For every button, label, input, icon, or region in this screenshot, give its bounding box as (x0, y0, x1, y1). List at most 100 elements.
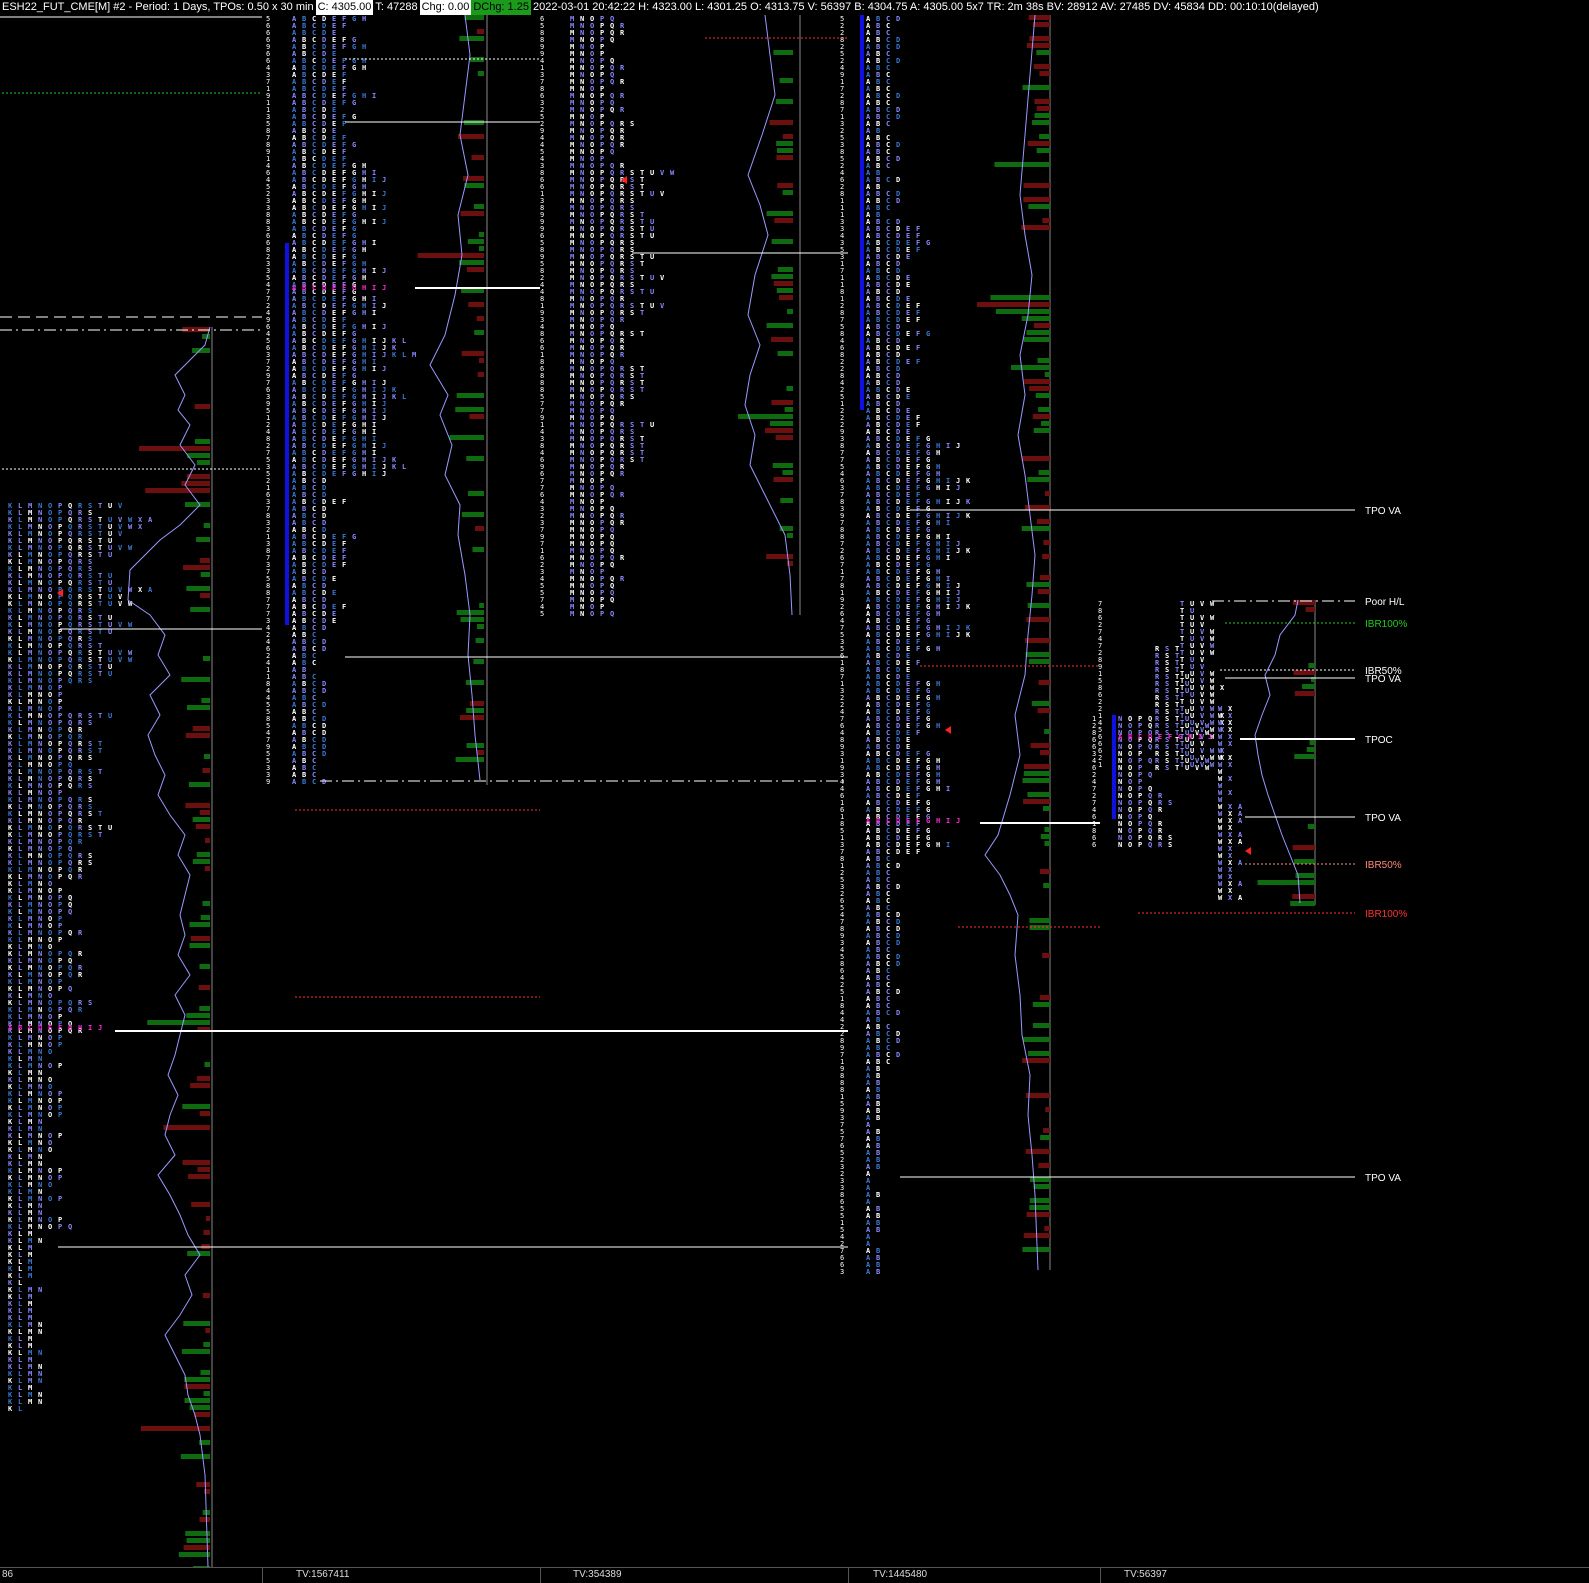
tpo-letter: X (138, 586, 143, 594)
poc-letter: D (1148, 733, 1152, 741)
tpo-letter: V (118, 656, 123, 664)
tpo-count: 3 (840, 1268, 844, 1276)
volume-bar (147, 1020, 210, 1025)
tpo-letter: B (876, 1191, 880, 1199)
tpo-letter: C (886, 204, 890, 212)
tpo-letter: R (620, 491, 625, 499)
tpo-letter: E (906, 330, 910, 338)
volume-bar (189, 922, 210, 927)
tpo-letter: J (956, 484, 960, 492)
tpo-letter: F (916, 358, 920, 366)
session-total-volume: TV:1567411 (296, 1569, 350, 1580)
volume-bar (1025, 1149, 1050, 1154)
tpo-letter: J (956, 512, 960, 520)
tpo-letter: C (312, 659, 316, 667)
volume-bar (455, 757, 484, 762)
tpo-letter: O (48, 1181, 52, 1189)
tpo-letter: V (118, 621, 123, 629)
volume-bar (204, 838, 210, 843)
volume-bar (194, 404, 210, 409)
volume-bar (139, 446, 210, 451)
volume-bar (1042, 554, 1050, 559)
volume-bar (990, 295, 1050, 300)
tpo-letter: L (18, 1405, 22, 1413)
tpo-letter: I (946, 631, 950, 639)
tpo-letter: K (966, 477, 971, 485)
poc-letter: H (936, 817, 940, 825)
tpo-chart-area[interactable]: K L M N O P Q R S T U VK L M N O P Q R SK L M N O P Q R S T U V W X AK L M N… (0, 15, 1589, 1567)
tpo-letter: T (640, 421, 644, 429)
tpo-letter: D (322, 645, 326, 653)
tpo-letter: H (936, 785, 940, 793)
tpo-letter: D (896, 862, 900, 870)
tpo-letter: T (640, 190, 644, 198)
volume-bar (456, 393, 484, 398)
tpo-letter: A (866, 1268, 871, 1276)
poc-letter: F (342, 284, 346, 292)
tpo-letter: J (382, 190, 386, 198)
volume-bar (1044, 827, 1050, 832)
volume-bar (466, 456, 484, 461)
tpo-letter: J (382, 267, 386, 275)
tpo-letter: P (58, 1062, 62, 1070)
tpo-letter: R (620, 470, 625, 478)
volume-bar (1021, 526, 1050, 531)
volume-bar (464, 183, 484, 188)
volume-bar (1030, 1177, 1050, 1182)
volume-bar (145, 488, 210, 493)
volume-bar (775, 99, 793, 104)
poc-letter: C (886, 817, 890, 825)
poc-letter: E (332, 284, 336, 292)
volume-bar (1022, 1247, 1050, 1252)
tpo-letter: R (620, 519, 625, 527)
tpo-letter: B (876, 1226, 880, 1234)
poc-letter: D (322, 284, 326, 292)
volume-bar (200, 915, 210, 920)
tpoc-label: TPOC (1365, 735, 1393, 746)
volume-bar (479, 603, 484, 608)
tpo-letter: E (332, 498, 336, 506)
volume-bar (1026, 43, 1050, 48)
volume-bar (780, 498, 793, 503)
tpo-letter: N (38, 1286, 42, 1294)
tpo-letter: E (332, 575, 336, 583)
tpo-letter: G (352, 309, 356, 317)
tpo-letter: R (78, 950, 83, 958)
level-lines (0, 16, 1355, 1248)
volume-bar (194, 439, 210, 444)
tpo-letter: R (78, 754, 83, 762)
volume-bar (1044, 841, 1050, 846)
poc-letter: C (28, 1024, 32, 1032)
volume-bar (163, 1125, 210, 1130)
volume-bar (1040, 834, 1050, 839)
tpo-count: 1 (1098, 761, 1102, 769)
tpo-letter: S (88, 782, 92, 790)
tpo-letter: U (650, 421, 654, 429)
tpo-letter: J (382, 176, 386, 184)
tpo-letter: V (660, 274, 665, 282)
volume-bar (203, 523, 210, 528)
tpo-letter: U (650, 253, 654, 261)
volume-bar (184, 1377, 210, 1382)
tpo-letter: E (332, 617, 336, 625)
volume-bar (467, 491, 484, 496)
profile-outline-5 (1254, 599, 1301, 904)
tpo-letter: G (926, 484, 930, 492)
tpo-letter: W (1210, 761, 1215, 769)
volume-bar (777, 267, 793, 272)
volume-bar (1010, 365, 1050, 370)
volume-bar (1033, 64, 1050, 69)
tpo-letter: D (896, 92, 900, 100)
tpo-letter: G (352, 15, 356, 23)
tpo-letter: O (48, 1195, 52, 1203)
tpo-letter: H (362, 43, 366, 51)
tpo-letter: U (108, 824, 112, 832)
tpo-letter: F (916, 344, 920, 352)
volume-bar (1023, 337, 1050, 342)
volume-bar (203, 754, 210, 759)
tpo-letter: S (88, 677, 92, 685)
volume-bar (1044, 372, 1050, 377)
tpo-va-label: TPO VA (1365, 506, 1401, 517)
volume-bar (1031, 701, 1050, 706)
volume-bar (183, 565, 210, 570)
